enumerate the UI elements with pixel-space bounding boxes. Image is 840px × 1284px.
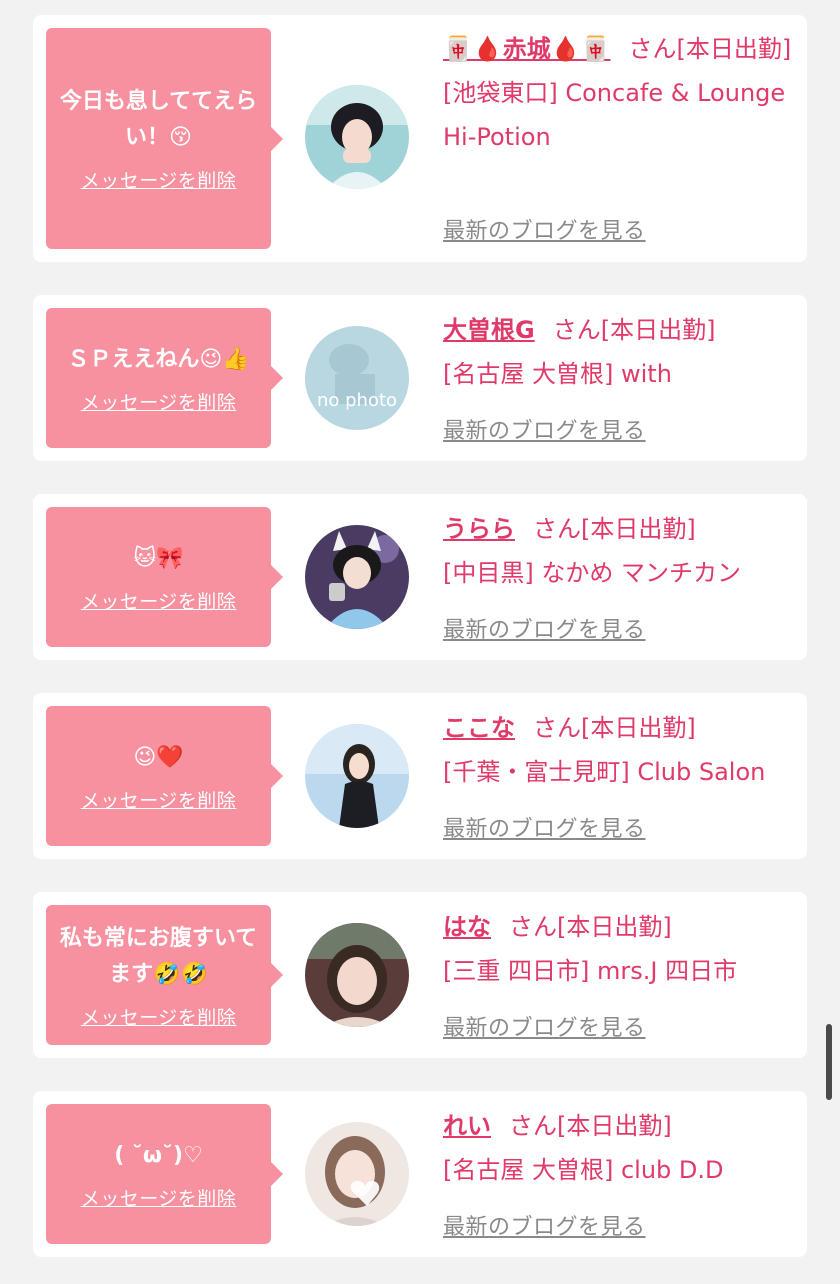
avatar[interactable] [305, 923, 409, 1027]
cast-name-link[interactable]: 大曽根G [443, 316, 535, 344]
honorific: さん [533, 714, 581, 742]
shop-text: [千葉・富士見町] Club Salon [443, 758, 766, 786]
latest-blog-link[interactable]: 最新のブログを見る [443, 413, 646, 445]
shop-text: [中目黒] なかめ マンチカン [443, 559, 741, 587]
delete-message-link[interactable]: メッセージを削除 [81, 786, 237, 813]
cast-name-link[interactable]: ここな [443, 714, 515, 742]
delete-message-link[interactable]: メッセージを削除 [81, 587, 237, 614]
honorific: さん [509, 1112, 557, 1140]
message-text: ( ˘ω˘)♡ [114, 1142, 203, 1168]
favorite-card: 🐱🎀 メッセージを削除 うらら さん[本日出勤] [中目黒] なかめ マンチカン … [33, 494, 807, 660]
message-text: ＳＰええねん😉👍 [67, 346, 250, 372]
status-text: [本日出勤] [557, 913, 672, 941]
favorite-card: 😉❤️ メッセージを削除 ここな さん[本日出勤] [千葉・富士見町] Club … [33, 693, 807, 859]
latest-blog-link[interactable]: 最新のブログを見る [443, 1209, 646, 1241]
cast-name-link[interactable]: はな [443, 913, 491, 941]
cast-info: うらら さん[本日出勤] [中目黒] なかめ マンチカン [443, 507, 795, 595]
honorific: さん [509, 913, 557, 941]
honorific: さん [628, 35, 677, 63]
favorite-card: 私も常にお腹すいてます🤣🤣 メッセージを削除 はな さん[本日出勤] [三重 四日… [33, 892, 807, 1058]
message-text: 🐱🎀 [133, 545, 184, 571]
shop-text: [三重 四日市] mrs.J 四日市 [443, 957, 738, 985]
latest-blog-link[interactable]: 最新のブログを見る [443, 1010, 646, 1042]
avatar[interactable] [305, 525, 409, 629]
cast-name-link[interactable]: うらら [443, 515, 515, 543]
scrollbar[interactable] [826, 1024, 832, 1100]
message-bubble: 私も常にお腹すいてます🤣🤣 メッセージを削除 [46, 905, 283, 1045]
status-text: [本日出勤] [581, 515, 696, 543]
cast-name-link[interactable]: れい [443, 1112, 491, 1140]
honorific: さん [533, 515, 581, 543]
avatar[interactable] [305, 1122, 409, 1226]
message-text: 今日も息しててえらい！😚 [59, 89, 258, 150]
latest-blog-link[interactable]: 最新のブログを見る [443, 811, 646, 843]
message-bubble: 😉❤️ メッセージを削除 [46, 706, 283, 846]
avatar[interactable] [305, 85, 409, 189]
delete-message-link[interactable]: メッセージを削除 [81, 1003, 237, 1030]
latest-blog-link[interactable]: 最新のブログを見る [443, 213, 646, 245]
message-text: 私も常にお腹すいてます🤣🤣 [59, 925, 258, 987]
latest-blog-link[interactable]: 最新のブログを見る [443, 612, 646, 644]
favorite-card: 今日も息しててえらい！😚 メッセージを削除 🀄🩸赤城🩸🀄 さん[本日出勤] [池袋… [33, 15, 807, 262]
honorific: さん [552, 316, 601, 344]
cast-info: ここな さん[本日出勤] [千葉・富士見町] Club Salon [443, 706, 795, 794]
cast-info: 大曽根G さん[本日出勤] [名古屋 大曽根] with [443, 308, 795, 396]
status-text: [本日出勤] [557, 1112, 672, 1140]
cast-name-link[interactable]: 🀄🩸赤城🩸🀄 [443, 35, 611, 63]
favorite-card: ( ˘ω˘)♡ メッセージを削除 れい さん[本日出勤] [名古屋 大曽根] cl… [33, 1091, 807, 1257]
cast-info: れい さん[本日出勤] [名古屋 大曽根] club D.D [443, 1104, 795, 1192]
delete-message-link[interactable]: メッセージを削除 [81, 388, 237, 415]
favorite-card: ＳＰええねん😉👍 メッセージを削除 no photo 大曽根G さん[本日出勤] … [33, 295, 807, 461]
shop-text: [名古屋 大曽根] with [443, 360, 672, 388]
status-text: [本日出勤] [581, 714, 696, 742]
no-photo-label: no photo [317, 390, 397, 411]
avatar-no-photo[interactable]: no photo [305, 326, 409, 430]
shop-text: [池袋東口] Concafe & Lounge Hi-Potion [443, 79, 786, 151]
status-text: [本日出勤] [676, 35, 792, 63]
message-bubble: ＳＰええねん😉👍 メッセージを削除 [46, 308, 283, 448]
message-text: 😉❤️ [133, 744, 184, 770]
delete-message-link[interactable]: メッセージを削除 [81, 1184, 237, 1211]
message-bubble: 今日も息しててえらい！😚 メッセージを削除 [46, 28, 283, 249]
cast-info: はな さん[本日出勤] [三重 四日市] mrs.J 四日市 [443, 905, 795, 993]
status-text: [本日出勤] [600, 316, 716, 344]
shop-text: [名古屋 大曽根] club D.D [443, 1156, 724, 1184]
delete-message-link[interactable]: メッセージを削除 [81, 166, 237, 193]
message-bubble: 🐱🎀 メッセージを削除 [46, 507, 283, 647]
message-bubble: ( ˘ω˘)♡ メッセージを削除 [46, 1104, 283, 1244]
avatar[interactable] [305, 724, 409, 828]
cast-info: 🀄🩸赤城🩸🀄 さん[本日出勤] [池袋東口] Concafe & Lounge H… [443, 27, 795, 159]
